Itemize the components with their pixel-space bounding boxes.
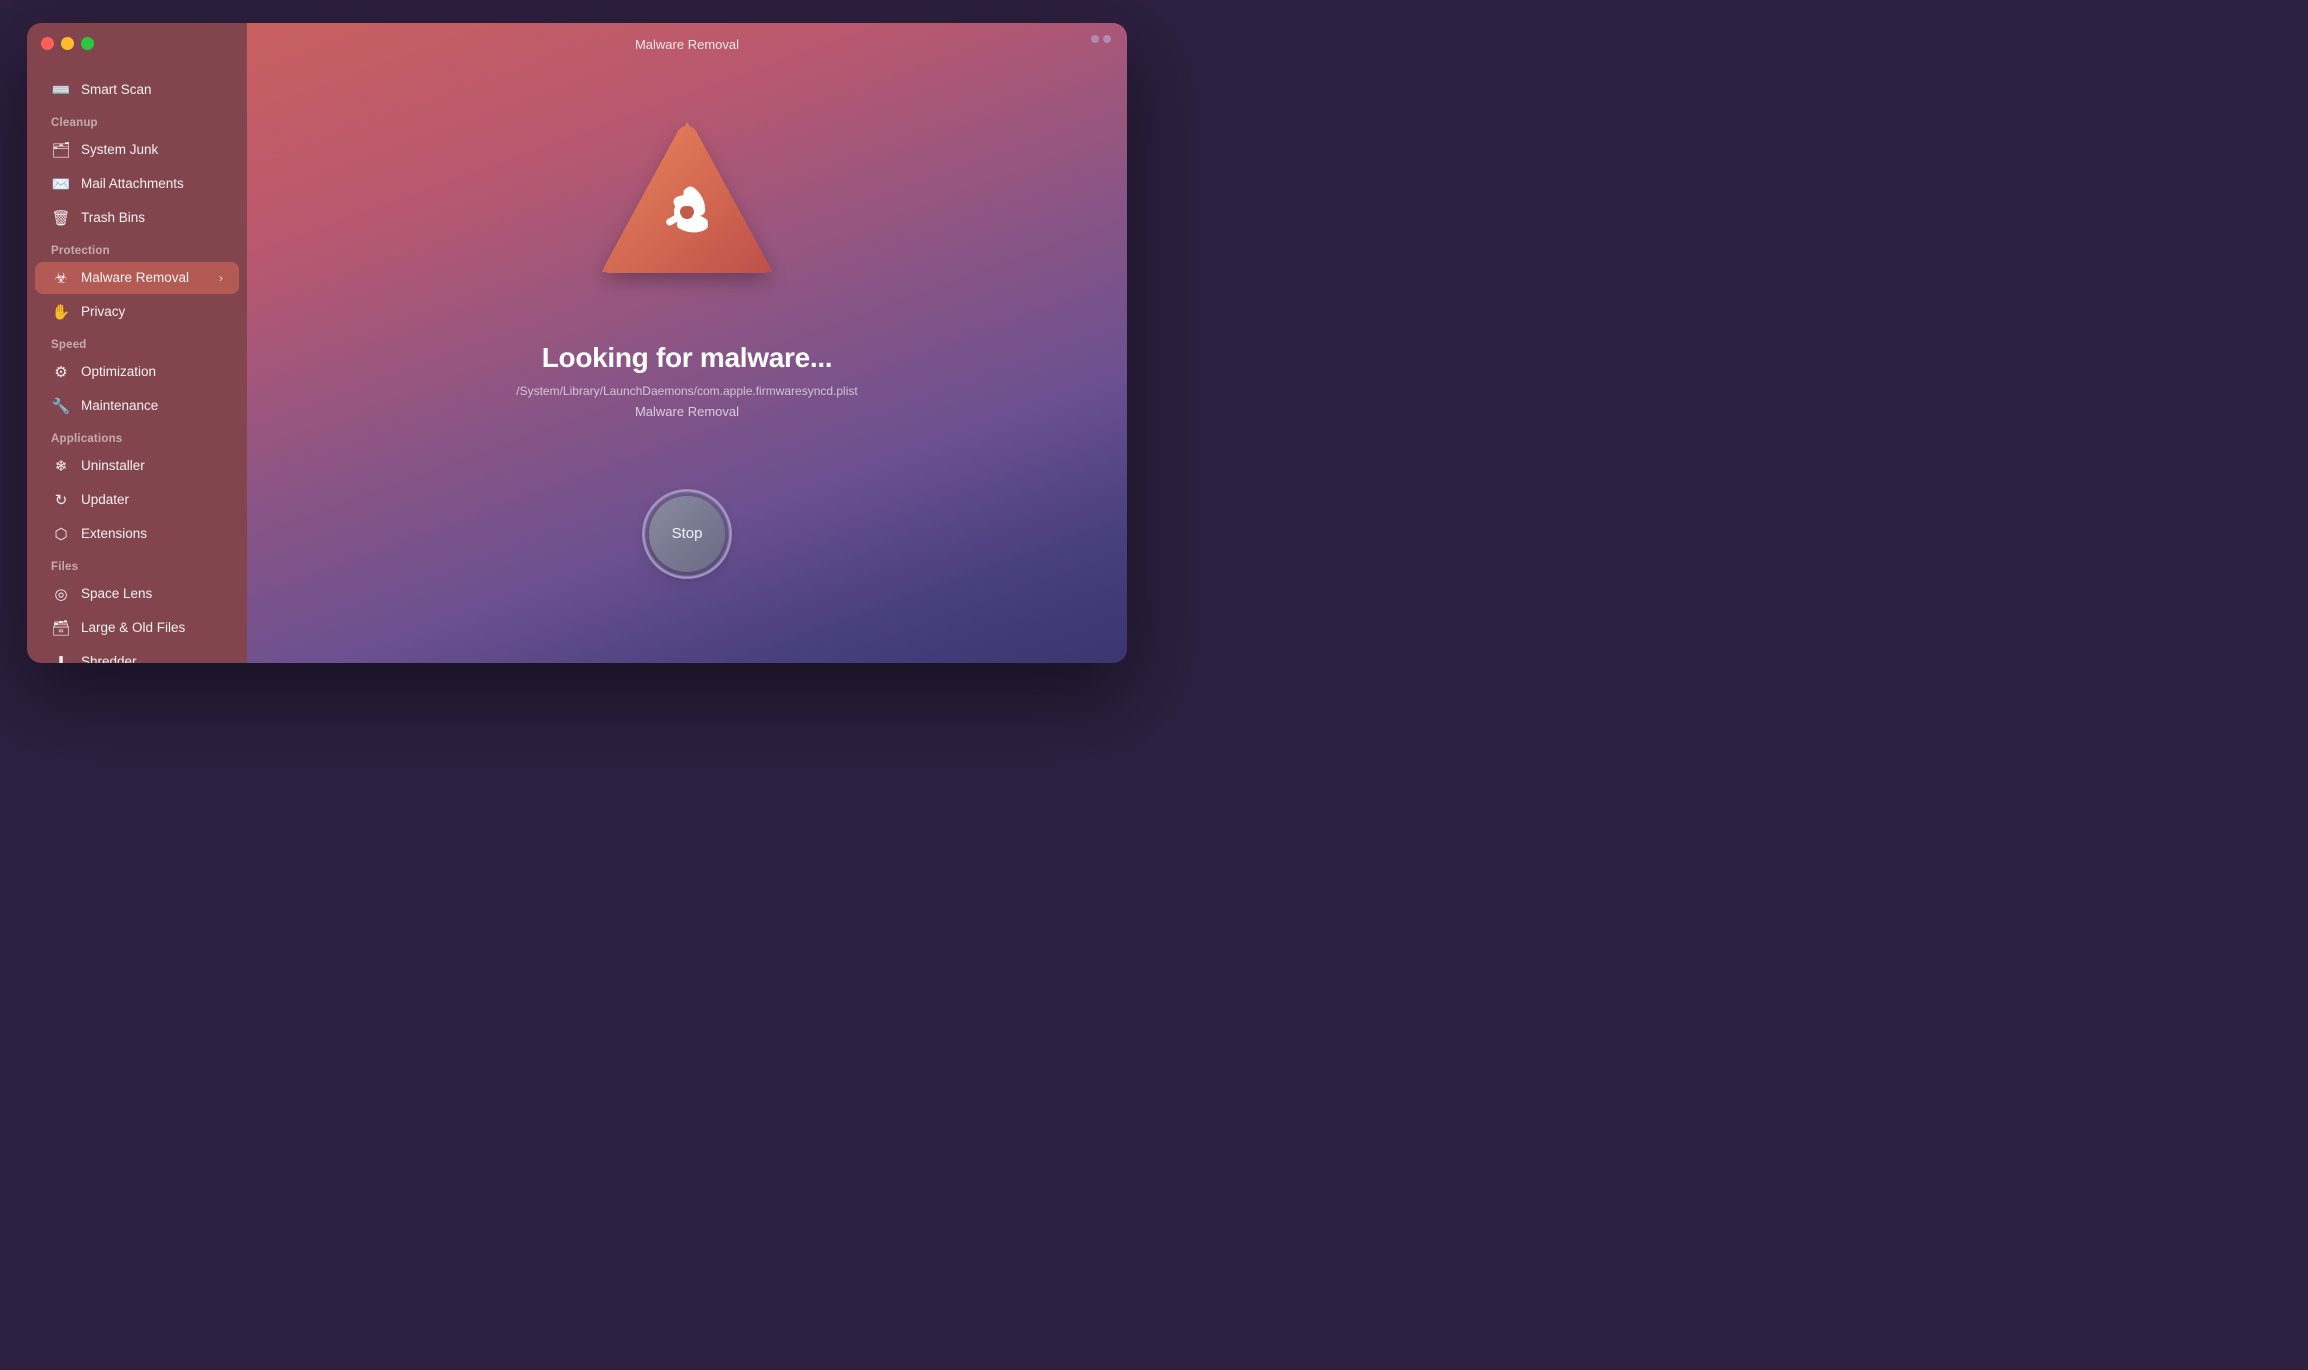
scan-subtitle: Malware Removal [635,404,739,419]
malware-icon-wrap [587,107,787,312]
smart-scan-icon: ⌨️ [51,81,71,99]
trash-icon: 🗑 [51,209,71,227]
sidebar-item-label: Trash Bins [81,210,145,225]
sidebar-item-system-junk[interactable]: 🗂 System Junk [35,134,239,166]
sidebar-item-trash-bins[interactable]: 🗑 Trash Bins [35,202,239,234]
sidebar-item-label: Smart Scan [81,82,152,97]
traffic-lights [41,37,94,50]
maximize-button[interactable] [81,37,94,50]
sidebar-item-label: Maintenance [81,398,158,413]
main-content: Malware Removal [247,23,1127,663]
sidebar-item-uninstaller[interactable]: ❄ Uninstaller [35,450,239,482]
sidebar: ⌨️ Smart Scan Cleanup 🗂 System Junk ✉️ M… [27,23,247,663]
progress-ring-svg [642,489,732,579]
scan-title: Looking for malware... [542,342,833,374]
window-title: Malware Removal [635,37,739,52]
sidebar-item-extensions[interactable]: ⬡ Extensions [35,518,239,550]
sidebar-item-mail-attachments[interactable]: ✉️ Mail Attachments [35,168,239,200]
sidebar-item-updater[interactable]: ↻ Updater [35,484,239,516]
privacy-icon: ✋ [51,303,71,321]
scan-path: /System/Library/LaunchDaemons/com.apple.… [516,384,857,398]
app-window: ⌨️ Smart Scan Cleanup 🗂 System Junk ✉️ M… [27,23,1127,663]
malware-removal-icon: ☣ [51,269,71,287]
stop-button-ring: Stop [642,489,732,579]
maintenance-icon: 🔧 [51,397,71,415]
files-section-label: Files [27,551,247,577]
extensions-icon: ⬡ [51,525,71,543]
protection-section-label: Protection [27,235,247,261]
menu-dot-2 [1103,35,1111,43]
optimization-icon: ⚙ [51,363,71,381]
stop-button-wrap: Stop [642,489,732,579]
updater-icon: ↻ [51,491,71,509]
sidebar-item-label: Space Lens [81,586,152,601]
sidebar-item-large-old-files[interactable]: 🗃 Large & Old Files [35,612,239,644]
sidebar-item-maintenance[interactable]: 🔧 Maintenance [35,390,239,422]
top-right-menu[interactable] [1091,35,1111,43]
applications-section-label: Applications [27,423,247,449]
cleanup-section-label: Cleanup [27,107,247,133]
space-lens-icon: ◎ [51,585,71,603]
sidebar-item-privacy[interactable]: ✋ Privacy [35,296,239,328]
sidebar-item-label: Privacy [81,304,125,319]
sidebar-item-smart-scan[interactable]: ⌨️ Smart Scan [35,74,239,106]
mail-icon: ✉️ [51,175,71,193]
speed-section-label: Speed [27,329,247,355]
sidebar-item-label: Malware Removal [81,270,189,285]
sidebar-item-label: Shredder [81,654,137,663]
sidebar-item-label: Uninstaller [81,458,145,473]
large-files-icon: 🗃 [51,619,71,637]
biohazard-icon [587,107,787,307]
uninstaller-icon: ❄ [51,457,71,475]
sidebar-item-label: Extensions [81,526,147,541]
minimize-button[interactable] [61,37,74,50]
sidebar-item-label: Optimization [81,364,156,379]
sidebar-item-label: System Junk [81,142,158,157]
menu-dot-1 [1091,35,1099,43]
sidebar-item-label: Updater [81,492,129,507]
sidebar-item-shredder[interactable]: ⬇ Shredder [35,646,239,663]
close-button[interactable] [41,37,54,50]
sidebar-item-space-lens[interactable]: ◎ Space Lens [35,578,239,610]
sidebar-item-malware-removal[interactable]: ☣ Malware Removal › [35,262,239,294]
sidebar-item-optimization[interactable]: ⚙ Optimization [35,356,239,388]
sidebar-item-label: Large & Old Files [81,620,185,635]
nav-arrow-icon: › [219,271,223,285]
shredder-icon: ⬇ [51,653,71,663]
sidebar-item-label: Mail Attachments [81,176,184,191]
system-junk-icon: 🗂 [51,141,71,159]
